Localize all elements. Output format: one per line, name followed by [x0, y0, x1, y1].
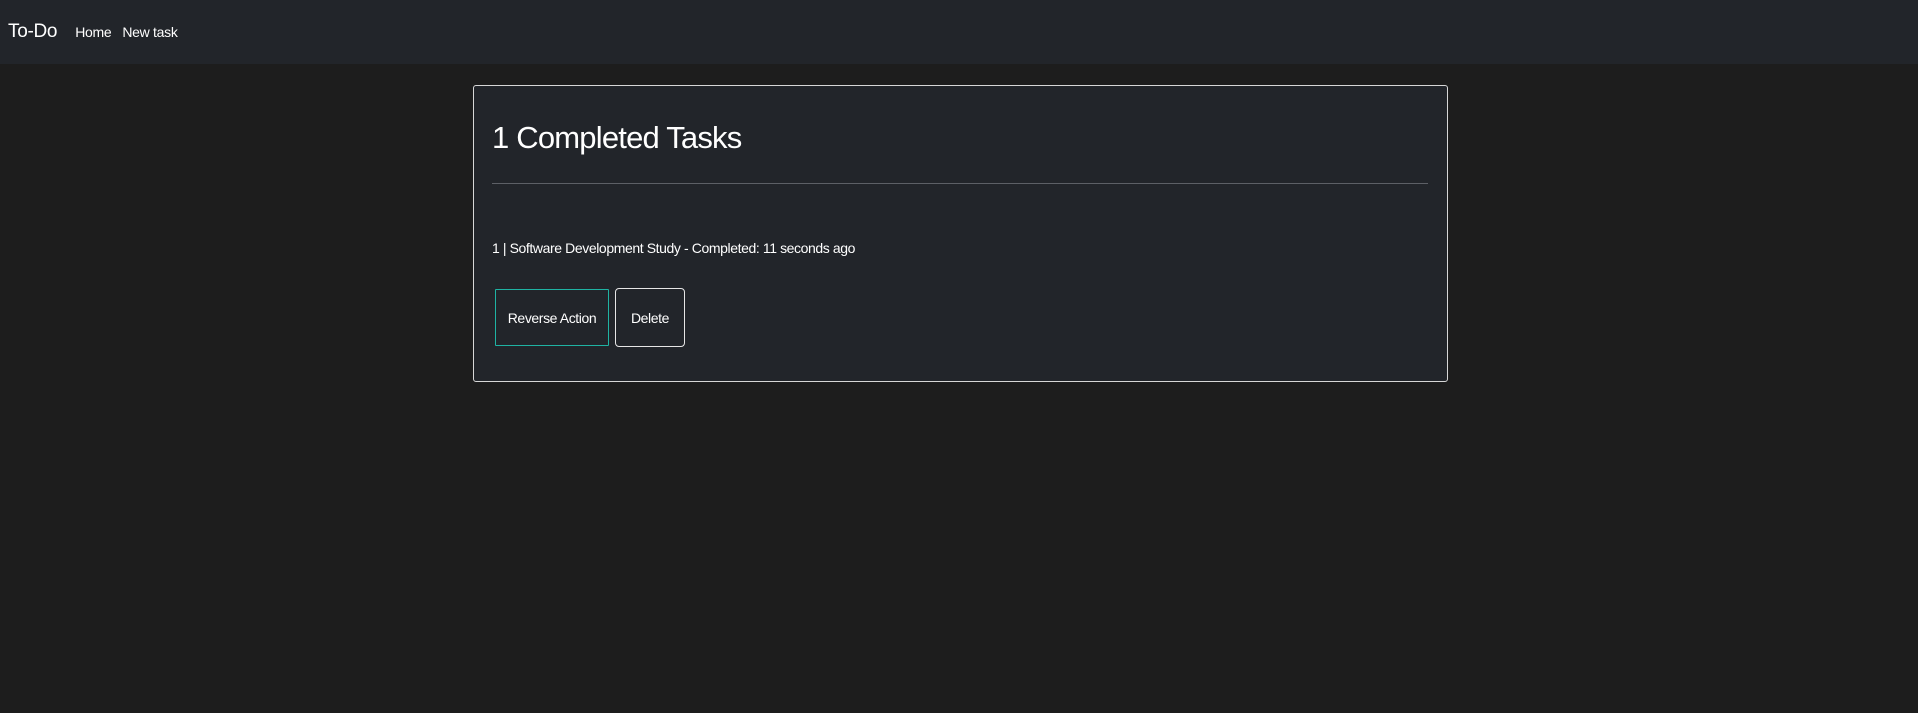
completed-tasks-card: 1 Completed Tasks 1 | Software Developme…	[473, 85, 1448, 382]
delete-button[interactable]: Delete	[615, 288, 685, 347]
nav-link-home[interactable]: Home	[75, 24, 111, 40]
reverse-action-button[interactable]: Reverse Action	[495, 289, 609, 346]
brand-link[interactable]: To-Do	[8, 21, 57, 43]
page-title: 1 Completed Tasks	[492, 120, 742, 155]
nav-link-new-task[interactable]: New task	[122, 24, 177, 40]
navbar: To-Do Home New task	[0, 0, 1918, 64]
divider	[492, 183, 1428, 184]
task-text: 1 | Software Development Study - Complet…	[492, 240, 856, 256]
